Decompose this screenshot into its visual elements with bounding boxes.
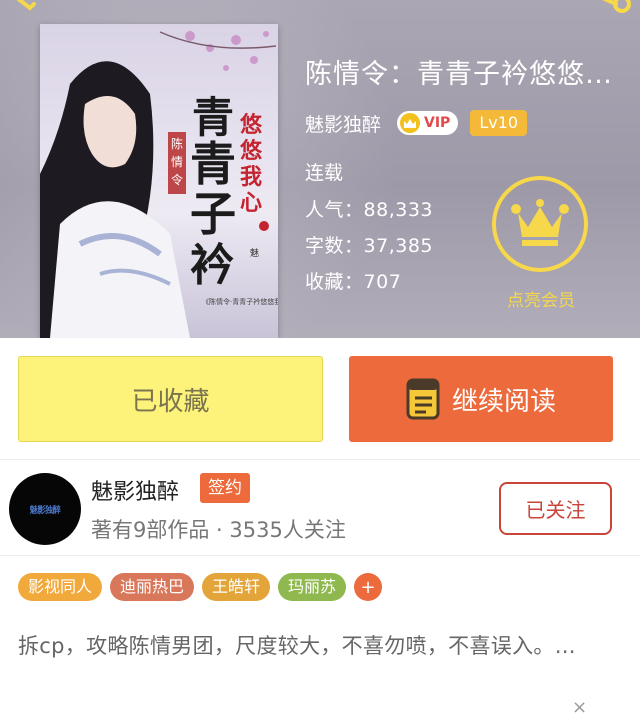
svg-text:悠: 悠 — [239, 112, 263, 138]
svg-text:子: 子 — [190, 187, 236, 241]
close-icon[interactable]: × — [572, 697, 587, 718]
book-cover[interactable]: 青 青 子 衿 悠 悠 我 心 陈 情 令 《陈情令·青青子衿悠悠我心》 魅 — [40, 24, 278, 338]
tag-item[interactable]: 影视同人 — [18, 573, 103, 601]
section-divider — [0, 459, 640, 460]
book-icon — [406, 378, 440, 420]
stat-value: 707 — [363, 271, 402, 293]
word-count-stat: 字数：37,385 — [305, 231, 433, 258]
member-button[interactable] — [492, 176, 588, 272]
stat-label: 字数： — [305, 235, 364, 257]
signed-badge: 签约 — [200, 473, 250, 503]
svg-text:《陈情令·青青子衿悠悠我心》: 《陈情令·青青子衿悠悠我心》 — [202, 297, 278, 306]
continue-reading-label: 继续阅读 — [451, 386, 556, 417]
svg-text:陈: 陈 — [171, 136, 183, 151]
svg-text:情: 情 — [171, 155, 183, 169]
book-description[interactable]: 拆cp，攻略陈情男团，尺度较大，不喜勿喷，不喜误入。… — [18, 630, 618, 662]
avatar-text: 魅影独醉 — [29, 505, 61, 516]
svg-text:心: 心 — [240, 190, 262, 216]
section-divider — [0, 555, 640, 556]
tag-item[interactable]: 王皓轩 — [202, 573, 271, 601]
collected-button[interactable]: 已收藏 — [18, 356, 323, 442]
author-avatar[interactable]: 魅影独醉 — [9, 473, 81, 545]
vip-label: VIP — [424, 115, 451, 131]
vip-badge: VIP — [397, 111, 459, 135]
collected-label: 已收藏 — [131, 386, 210, 417]
author-row: 魅影独醉 VIP Lv10 — [305, 108, 528, 138]
svg-text:青: 青 — [192, 93, 234, 142]
vip-crown-icon — [400, 113, 421, 133]
collection-stat: 收藏：707 — [305, 267, 401, 294]
book-header: 青 青 子 衿 悠 悠 我 心 陈 情 令 《陈情令·青青子衿悠悠我心》 魅 陈… — [0, 0, 640, 338]
book-title: 陈情令：青青子衿悠悠我心 — [305, 59, 635, 90]
tag-item[interactable]: 迪丽热巴 — [110, 573, 195, 601]
stat-value: 88,333 — [363, 199, 433, 221]
popularity-stat: 人气：88,333 — [305, 195, 433, 222]
crown-icon — [511, 199, 569, 246]
book-author-name[interactable]: 魅影独醉 — [305, 110, 381, 137]
followed-button[interactable]: 已关注 — [499, 482, 612, 535]
add-tag-button[interactable]: + — [354, 573, 383, 601]
serial-status: 连载 — [305, 162, 344, 184]
stat-label: 人气： — [305, 199, 364, 221]
tag-item[interactable]: 玛丽苏 — [278, 573, 347, 601]
share-icon[interactable] — [596, 0, 632, 16]
tag-list: 影视同人 迪丽热巴 王皓轩 玛丽苏 + — [18, 572, 383, 602]
svg-text:令: 令 — [171, 172, 183, 187]
svg-text:魅: 魅 — [250, 247, 259, 259]
followed-label: 已关注 — [525, 498, 586, 522]
svg-text:青: 青 — [190, 137, 236, 191]
svg-text:衿: 衿 — [190, 240, 234, 291]
level-badge: Lv10 — [470, 110, 528, 136]
author-card-name[interactable]: 魅影独醉 — [91, 474, 179, 506]
svg-text:悠: 悠 — [239, 138, 263, 164]
stat-value: 37,385 — [363, 235, 433, 257]
stat-label: 收藏： — [305, 271, 364, 293]
svg-text:我: 我 — [240, 164, 262, 190]
back-arrow-icon[interactable] — [10, 0, 36, 12]
continue-reading-button[interactable]: 继续阅读 — [349, 356, 613, 442]
member-label[interactable]: 点亮会员 — [482, 286, 600, 311]
author-meta: 著有9部作品 · 3535人关注 — [91, 518, 346, 542]
